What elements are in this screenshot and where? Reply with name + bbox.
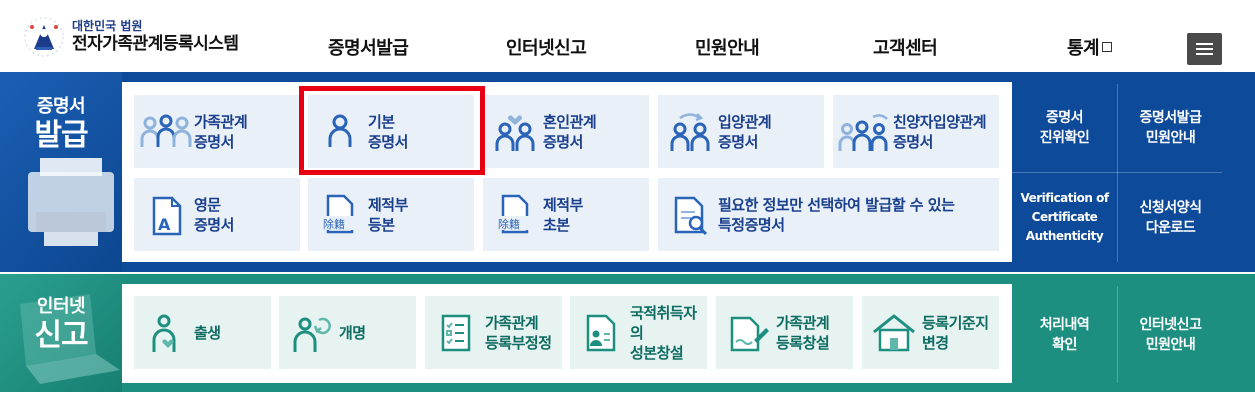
card-adoption-cert[interactable]: 입양관계 증명서 [658, 95, 824, 168]
card-line1: 개명 [339, 323, 366, 342]
site-logo[interactable]: 대한민국 법원 전자가족관계등록시스템 [22, 14, 239, 60]
card-register-correction[interactable]: 가족관계 등록부정정 [425, 296, 562, 369]
side-line1: 증명서발급 [1139, 110, 1202, 126]
side-line1: 증명서 [1045, 110, 1084, 126]
full-adoption-icon [838, 113, 888, 151]
link-processing-history[interactable]: 처리내역확인 [1012, 286, 1117, 383]
card-rename-report[interactable]: 개명 [279, 296, 416, 369]
stamp-text: 除籍 [323, 217, 345, 231]
card-specific-cert[interactable]: 필요한 정보만 선택하여 발급할 수 있는 특정증명서 [658, 178, 999, 251]
family-icon [140, 114, 192, 147]
house-icon [873, 313, 915, 351]
card-line1: 필요한 정보만 선택하여 발급할 수 있는 [718, 195, 955, 214]
card-line1: 제적부 [543, 195, 583, 214]
card-english-cert[interactable]: A 영문 증명서 [134, 178, 300, 251]
nav-statistics-label: 통계 [1067, 38, 1100, 59]
side-line1: 처리내역 [1039, 316, 1090, 333]
removal-doc-icon: 除籍 [322, 194, 356, 233]
nav-statistics[interactable]: 통계 [1067, 34, 1113, 60]
stamp-text: 除籍 [498, 217, 520, 231]
external-link-icon [1102, 42, 1113, 52]
logo-title: 전자가족관계등록시스템 [72, 34, 239, 54]
card-line2: 등록창설 [776, 333, 830, 352]
card-naturalized-surname[interactable]: 국적취득자의 성본창설 [570, 296, 707, 369]
side-line3: Authenticity [1025, 229, 1104, 243]
marriage-icon [495, 115, 535, 151]
card-line1: 가족관계 [776, 313, 830, 332]
issue-label-small: 증명서 [36, 96, 86, 117]
logo-subtitle: 대한민국 법원 [72, 19, 143, 33]
card-line1: 국적취득자의 [630, 303, 697, 342]
card-line2: 초본 [543, 215, 570, 234]
card-line1: 친양자입양관계 [893, 112, 987, 131]
card-birth-report[interactable]: 출생 [134, 296, 271, 369]
side-line2: 민원안내 [1145, 336, 1196, 353]
card-line2: 등록부정정 [485, 333, 552, 352]
card-line2: 변경 [922, 333, 949, 352]
card-line2: 특정증명서 [718, 215, 785, 234]
bottom-strip [0, 392, 1255, 409]
card-line1: 제적부 [368, 195, 408, 214]
side-line2: 진위확인 [1039, 130, 1090, 146]
side-line1: 인터넷신고 [1139, 316, 1202, 333]
issue-label-large: 발급 [34, 118, 88, 153]
card-family-relation-cert[interactable]: 가족관계 증명서 [134, 95, 300, 168]
english-letter: A [158, 215, 171, 234]
link-cert-verification[interactable]: 증명서진위확인 [1012, 84, 1117, 172]
english-doc-icon: A [152, 196, 182, 235]
card-line1: 입양관계 [718, 112, 772, 131]
removal-doc-icon: 除籍 [497, 194, 531, 233]
card-line1: 혼인관계 [543, 112, 597, 131]
card-registration-base-change[interactable]: 등록기준지 변경 [862, 296, 999, 369]
report-band-label: 인터넷 신고 [0, 292, 122, 354]
adoption-icon [670, 112, 710, 151]
card-line2: 등본 [368, 215, 395, 234]
card-line1: 가족관계 [485, 313, 539, 332]
card-line2: 증명서 [893, 132, 933, 151]
card-line2: 성본창설 [630, 343, 684, 362]
card-line2: 증명서 [194, 132, 234, 151]
card-register-creation[interactable]: 가족관계 등록창설 [716, 296, 853, 369]
side-line2: 다운로드 [1145, 219, 1196, 236]
card-marriage-cert[interactable]: 혼인관계 증명서 [483, 95, 649, 168]
link-verification-english[interactable]: Verification of Certificate Authenticity [1012, 173, 1117, 262]
side-line2: 확인 [1052, 336, 1077, 353]
card-line1: 영문 [194, 195, 221, 214]
card-removal-register-copy[interactable]: 除籍 제적부 등본 [308, 178, 474, 251]
hamburger-menu-button[interactable] [1187, 33, 1222, 65]
card-line1: 가족관계 [194, 112, 248, 131]
side-line1: 신청서양식 [1139, 199, 1202, 216]
side-line2: Certificate [1031, 210, 1098, 224]
highlight-box [299, 86, 485, 175]
card-removal-register-extract[interactable]: 除籍 제적부 초본 [483, 178, 649, 251]
nav-certificate-issue[interactable]: 증명서발급 [328, 34, 409, 60]
side-line1: Verification of [1020, 191, 1109, 205]
site-header: 대한민국 법원 전자가족관계등록시스템 증명서발급 인터넷신고 민원안내 고객센… [0, 0, 1255, 72]
report-label-large: 신고 [34, 318, 88, 353]
card-full-adoption-cert[interactable]: 친양자입양관계 증명서 [833, 95, 999, 168]
court-emblem-icon [24, 17, 64, 57]
link-cert-civil-guide[interactable]: 증명서발급민원안내 [1118, 84, 1223, 172]
report-label-small: 인터넷 [36, 296, 86, 317]
card-line2: 증명서 [543, 132, 583, 151]
nav-civil-guide[interactable]: 민원안내 [695, 34, 760, 60]
id-card-icon [586, 314, 616, 351]
rename-icon [293, 317, 331, 352]
issue-band-label: 증명서 발급 [0, 92, 122, 154]
card-line1: 출생 [194, 323, 221, 342]
card-line1: 등록기준지 [922, 313, 989, 332]
nav-customer-center[interactable]: 고객센터 [873, 34, 938, 60]
card-line2: 증명서 [194, 215, 234, 234]
card-line2: 증명서 [718, 132, 758, 151]
side-line2: 민원안내 [1145, 130, 1196, 146]
link-report-civil-guide[interactable]: 인터넷신고민원안내 [1118, 286, 1223, 383]
checklist-icon [441, 314, 471, 351]
birth-icon [152, 314, 176, 352]
link-form-download[interactable]: 신청서양식다운로드 [1118, 173, 1223, 262]
search-doc-icon [674, 196, 708, 235]
nav-internet-report[interactable]: 인터넷신고 [506, 34, 587, 60]
write-doc-icon [730, 316, 769, 351]
